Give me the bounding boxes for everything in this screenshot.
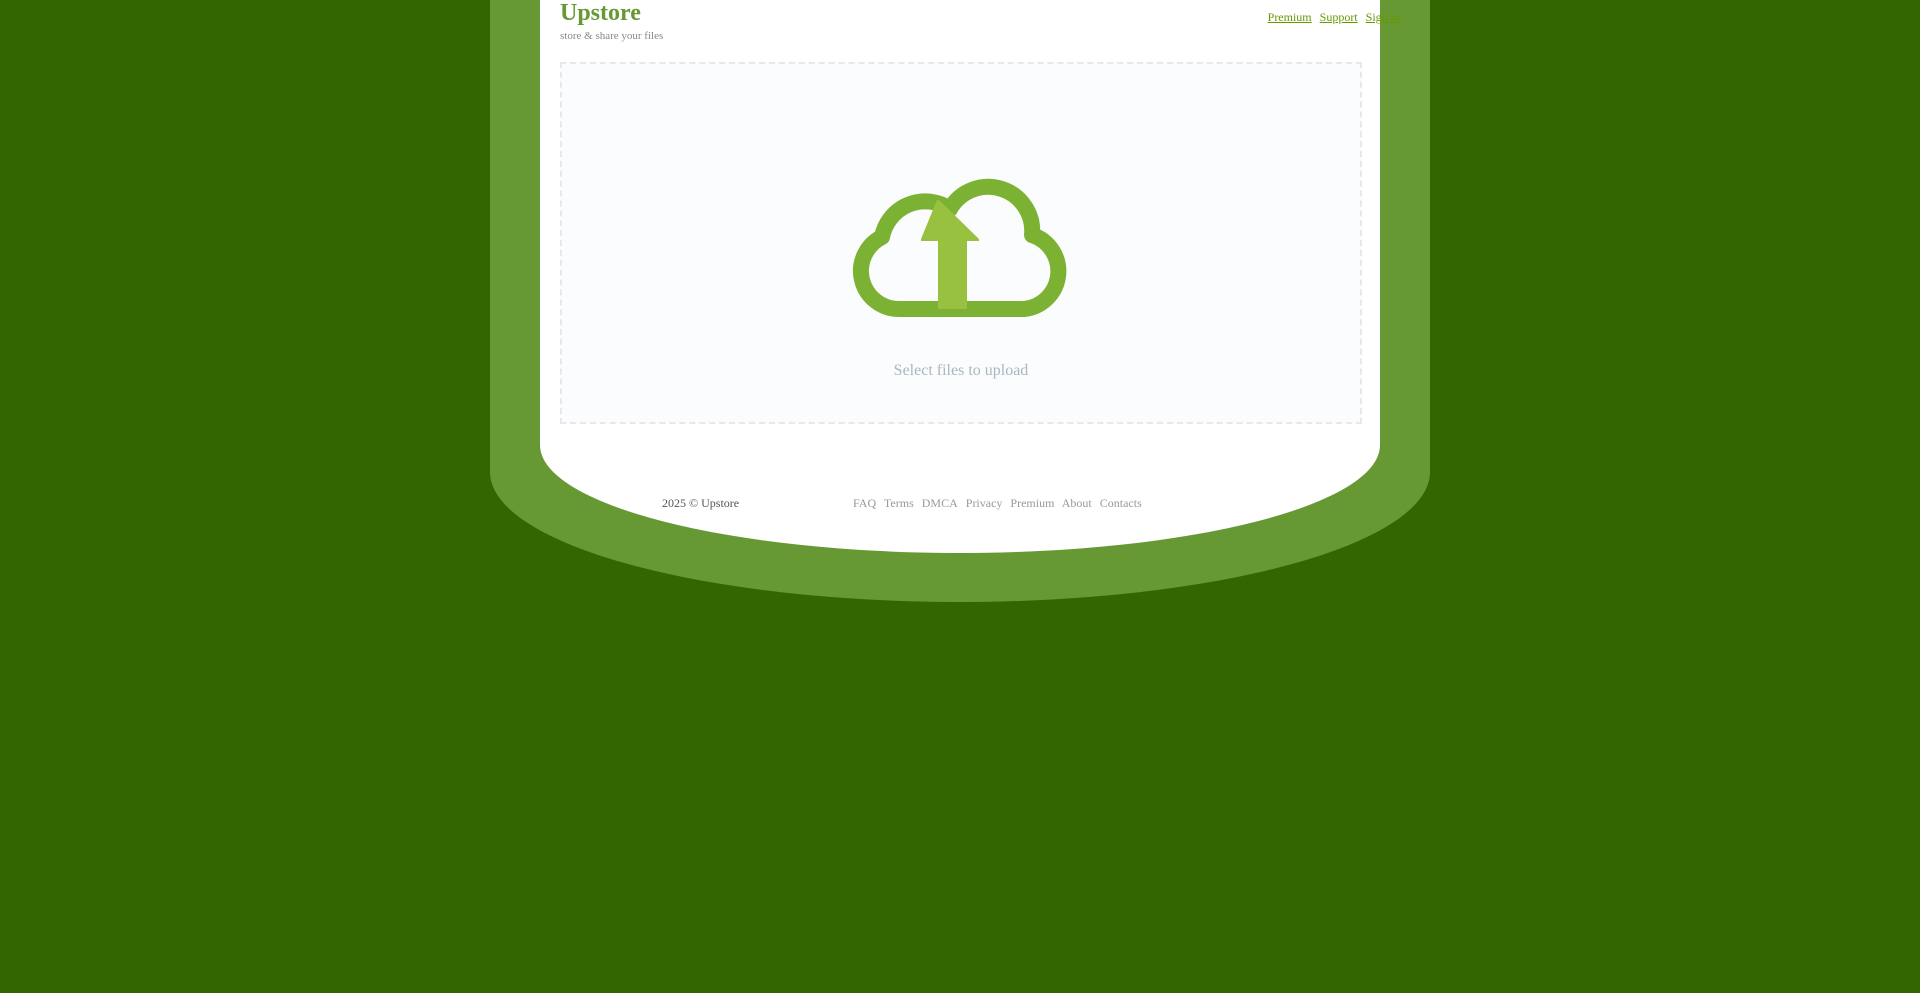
nav-support-link[interactable]: Support: [1320, 10, 1358, 24]
nav-sign-in-link[interactable]: Sign in: [1366, 10, 1400, 24]
site-tagline: store & share your files: [560, 30, 664, 42]
footer-link-faq[interactable]: FAQ: [853, 496, 876, 510]
footer-link-about[interactable]: About: [1062, 496, 1092, 510]
footer-link-contacts[interactable]: Contacts: [1100, 496, 1142, 510]
upload-arrow: [921, 200, 979, 309]
site-logo[interactable]: Upstore: [560, 0, 641, 28]
footer-link-privacy[interactable]: Privacy: [966, 496, 1003, 510]
nav-premium-link[interactable]: Premium: [1268, 10, 1312, 24]
upload-prompt[interactable]: Select files to upload: [562, 361, 1360, 381]
top-nav: Premium Support Sign in: [1263, 9, 1400, 25]
footer-copyright: 2025 © Upstore: [662, 496, 740, 510]
cloud-upload-icon: [852, 178, 1067, 317]
footer-link-premium[interactable]: Premium: [1010, 496, 1054, 510]
footer-link-terms[interactable]: Terms: [884, 496, 914, 510]
footer-link-dmca[interactable]: DMCA: [922, 496, 958, 510]
upload-dropzone[interactable]: Select files to upload: [560, 62, 1362, 424]
footer-nav: FAQ Terms DMCA Privacy Premium About Con…: [853, 496, 1147, 510]
